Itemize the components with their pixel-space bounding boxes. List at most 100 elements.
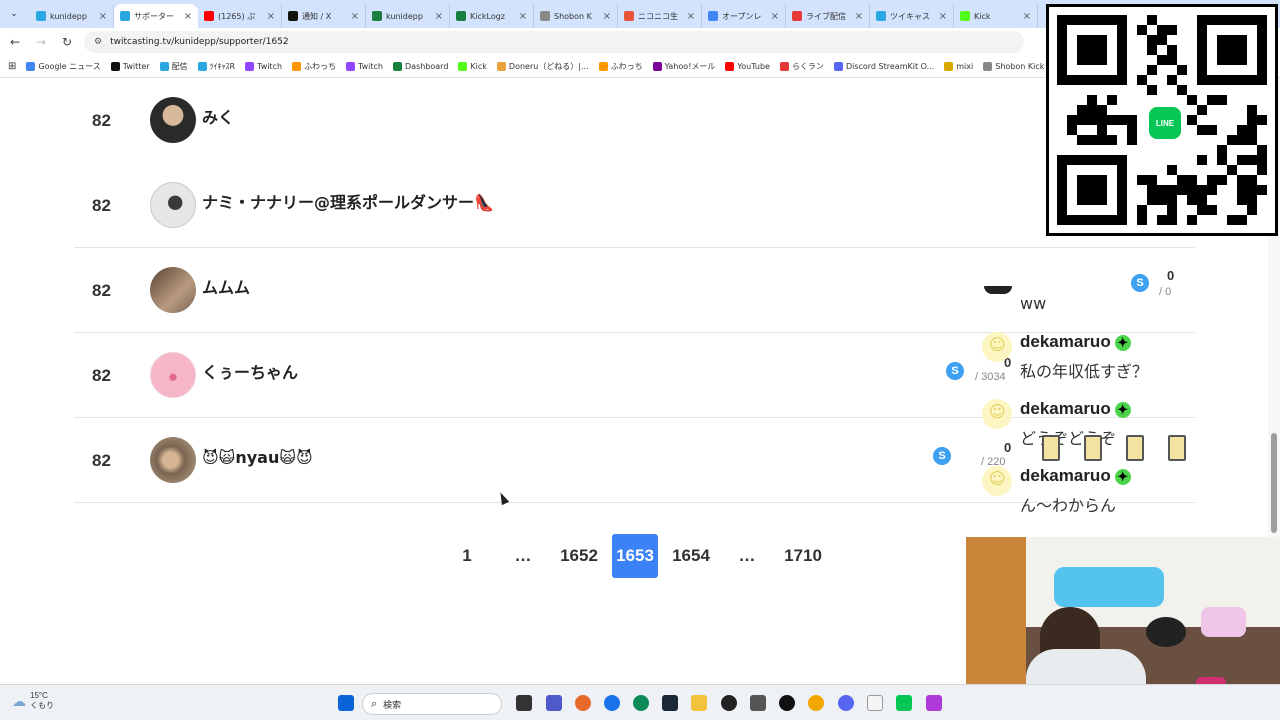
bookmark-item[interactable]: Dashboard [393, 61, 448, 72]
tab-label: 通知 / X [302, 11, 332, 21]
tab-close-icon[interactable]: × [435, 11, 443, 22]
page-link-prev[interactable]: 1652 [554, 534, 604, 578]
supporter-name[interactable]: ナミ・ナナリー@理系ポールダンサー👠 [202, 163, 494, 248]
obs-icon[interactable] [721, 695, 737, 711]
tab-close-icon[interactable]: × [687, 11, 695, 22]
tab-close-icon[interactable]: × [771, 11, 779, 22]
bookmark-item[interactable]: Twitch [245, 61, 282, 72]
avatar[interactable] [150, 352, 196, 398]
bookmark-item[interactable]: Twitch [346, 61, 383, 72]
calculator-icon[interactable] [750, 695, 766, 711]
tab-close-icon[interactable]: × [603, 11, 611, 22]
tab-close-icon[interactable]: × [184, 11, 192, 22]
page-link-first[interactable]: 1 [456, 534, 478, 578]
browser-tab[interactable]: サポーター × [114, 4, 198, 28]
page-ellipsis: … [514, 546, 532, 565]
taskbar-search[interactable]: ⌕ 検索 [362, 693, 502, 715]
tab-close-icon[interactable]: × [99, 11, 107, 22]
notepad-icon[interactable] [867, 695, 883, 711]
app-icon[interactable] [926, 695, 942, 711]
browser-tab[interactable]: ニコニコ生 × [618, 4, 702, 28]
bookmark-item[interactable]: YouTube [725, 61, 770, 72]
browser-tab[interactable]: (1265) ぷ × [198, 4, 282, 28]
bookmark-item[interactable]: Doneru（どねる）|... [496, 61, 589, 72]
avatar[interactable] [150, 437, 196, 483]
bookmark-item[interactable]: Discord StreamKit O... [833, 61, 934, 72]
back-arrow-icon[interactable]: ← [6, 33, 24, 51]
supporter-row: 82 みく [74, 78, 1195, 163]
file-explorer-icon[interactable] [691, 695, 707, 711]
tab-close-icon[interactable]: × [939, 11, 947, 22]
chrome-icon[interactable] [604, 695, 620, 711]
bookmark-favicon-icon [458, 62, 468, 71]
bookmark-item[interactable]: ふわっち [598, 61, 643, 72]
discord-icon[interactable] [838, 695, 854, 711]
browser-tab[interactable]: ツイキャス × [870, 4, 954, 28]
forward-arrow-icon[interactable]: → [32, 33, 50, 51]
reload-icon[interactable]: ↻ [58, 33, 76, 51]
supporter-name[interactable]: ムムム [202, 248, 250, 333]
bookmark-favicon-icon [944, 62, 954, 71]
page-link-last[interactable]: 1710 [778, 534, 828, 578]
apps-grid-icon[interactable]: ⊞ [8, 61, 16, 72]
browser-tab[interactable]: ライブ配信 × [786, 4, 870, 28]
windows-start-icon[interactable] [338, 695, 354, 711]
bookmark-favicon-icon [652, 62, 662, 71]
tab-close-icon[interactable]: × [267, 11, 275, 22]
bookmark-item[interactable]: Kick [458, 61, 487, 72]
bookmark-item[interactable]: 配信 [159, 61, 188, 72]
avatar[interactable] [150, 97, 196, 143]
browser-tab[interactable]: kunidepp × [366, 4, 450, 28]
bookmark-item[interactable]: mixi [944, 61, 973, 72]
bookmark-item[interactable]: らくラン [779, 61, 824, 72]
record-icon[interactable] [779, 695, 795, 711]
support-count: 0 [1004, 355, 1012, 370]
bookmark-item[interactable]: ふわっち [292, 61, 336, 72]
teams-icon[interactable] [546, 695, 562, 711]
bookmark-label: Twitter [122, 62, 150, 71]
bookmark-item[interactable]: Yahoo!メール [652, 61, 715, 72]
bookmark-favicon-icon [496, 62, 506, 71]
bookmark-item[interactable]: ﾂｲｷｬｽR [197, 61, 235, 72]
steam-icon[interactable] [662, 695, 678, 711]
browser-tab[interactable]: 通知 / X × [282, 4, 366, 28]
weather-widget[interactable]: ☁ 15°C くもり [12, 691, 54, 711]
avatar[interactable] [150, 182, 196, 228]
browser-tab[interactable]: オープンレ × [702, 4, 786, 28]
line-icon[interactable] [896, 695, 912, 711]
tab-favicon-icon [624, 11, 634, 21]
browser-tab[interactable]: kunidepp × [30, 4, 114, 28]
browser-tab[interactable]: Kick × [954, 4, 1038, 28]
search-icon: ⌕ [371, 697, 378, 710]
edge-icon[interactable] [633, 695, 649, 711]
address-bar[interactable]: ⚙ twitcasting.tv/kunidepp/supporter/1652 [84, 31, 1024, 53]
tab-close-icon[interactable]: × [1023, 11, 1031, 22]
supporter-name[interactable]: くぅーちゃん [202, 333, 298, 418]
site-info-icon[interactable]: ⚙ [94, 37, 102, 47]
tab-favicon-icon [540, 11, 550, 21]
bookmark-favicon-icon [159, 62, 169, 71]
bookmark-item[interactable]: Twitter [110, 61, 150, 72]
bookmark-favicon-icon [26, 62, 36, 71]
page-link-next[interactable]: 1654 [666, 534, 716, 578]
tab-close-icon[interactable]: × [351, 11, 359, 22]
support-total: / 3034 [975, 371, 1006, 383]
tab-close-icon[interactable]: × [855, 11, 863, 22]
support-icon: S [933, 447, 951, 465]
bookmark-item[interactable]: Google ニュース [26, 61, 101, 72]
copilot-icon[interactable] [575, 695, 591, 711]
bookmark-favicon-icon [245, 62, 255, 71]
avatar[interactable] [150, 267, 196, 313]
browser-tab[interactable]: Shobon K × [534, 4, 618, 28]
supporter-name[interactable]: みく [202, 78, 234, 163]
supporter-name[interactable]: 😈🙀nyau🙀😈 [202, 418, 313, 503]
browser-tab[interactable]: KickLogz × [450, 4, 534, 28]
scrollbar-thumb[interactable] [1271, 433, 1277, 533]
tab-label: ライブ配信 [806, 11, 846, 21]
task-view-icon[interactable] [516, 695, 532, 711]
tab-close-icon[interactable]: × [519, 11, 527, 22]
page-link-current[interactable]: 1653 [612, 534, 658, 578]
tab-search-icon[interactable]: ⌄ [6, 6, 22, 22]
app-icon[interactable] [808, 695, 824, 711]
bookmark-favicon-icon [725, 62, 735, 71]
